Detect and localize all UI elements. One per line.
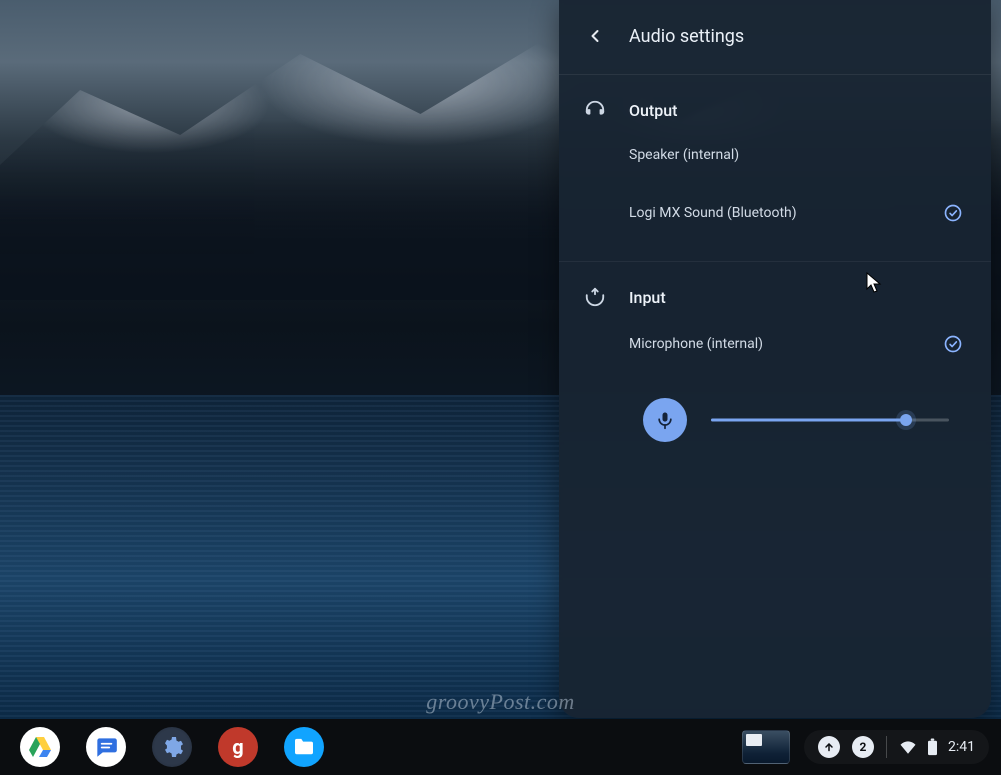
shelf-right: 2 2:41: [742, 730, 989, 764]
panel-header: Audio settings: [559, 0, 991, 75]
mouse-cursor: [866, 272, 882, 294]
mic-gain-slider[interactable]: [711, 410, 949, 430]
drive-icon: [28, 736, 52, 758]
output-device-label: Speaker (internal): [629, 147, 739, 163]
microphone-icon: [655, 410, 675, 430]
folder-icon: [293, 738, 315, 756]
slider-fill: [711, 419, 906, 422]
app-messages[interactable]: [86, 727, 126, 767]
chevron-left-icon: [585, 26, 605, 46]
panel-title: Audio settings: [629, 26, 744, 47]
tray-divider: [886, 736, 887, 758]
output-device-label: Logi MX Sound (Bluetooth): [629, 205, 797, 221]
app-settings[interactable]: [152, 727, 192, 767]
clock-text: 2:41: [948, 739, 975, 755]
status-icons: 2:41: [899, 738, 975, 756]
headphones-icon: [583, 99, 607, 121]
mic-gain-row: [583, 374, 967, 452]
back-button[interactable]: [581, 22, 609, 50]
mic-toggle-button[interactable]: [643, 398, 687, 442]
battery-icon: [927, 738, 938, 756]
input-icon: [583, 286, 607, 308]
output-device-bluetooth[interactable]: Logi MX Sound (Bluetooth): [583, 183, 967, 243]
app-files[interactable]: [284, 727, 324, 767]
slider-thumb[interactable]: [900, 414, 912, 426]
input-device-microphone[interactable]: Microphone (internal): [583, 314, 967, 374]
audio-settings-panel: Audio settings Output Speaker (internal)…: [559, 0, 991, 718]
virtual-desk-preview[interactable]: [742, 730, 790, 764]
messages-icon: [93, 734, 119, 760]
notification-count-badge: 2: [852, 736, 874, 758]
input-heading: Input: [629, 288, 666, 307]
input-section: Input Microphone (internal): [559, 262, 991, 470]
wifi-icon: [899, 740, 917, 754]
update-available-icon: [818, 736, 840, 758]
output-device-speaker[interactable]: Speaker (internal): [583, 127, 967, 183]
output-heading: Output: [629, 101, 677, 120]
check-circle-icon: [943, 203, 963, 223]
output-section: Output Speaker (internal) Logi MX Sound …: [559, 75, 991, 262]
check-circle-icon: [943, 334, 963, 354]
input-section-head: Input: [583, 286, 967, 308]
input-device-label: Microphone (internal): [629, 336, 763, 352]
status-tray[interactable]: 2 2:41: [804, 730, 989, 764]
app-groovypost[interactable]: g: [218, 727, 258, 767]
shelf: g 2 2:41: [0, 719, 1001, 775]
g-letter-icon: g: [232, 735, 243, 759]
output-section-head: Output: [583, 99, 967, 121]
app-google-drive[interactable]: [20, 727, 60, 767]
shelf-apps: g: [12, 727, 324, 767]
gear-icon: [160, 735, 184, 759]
